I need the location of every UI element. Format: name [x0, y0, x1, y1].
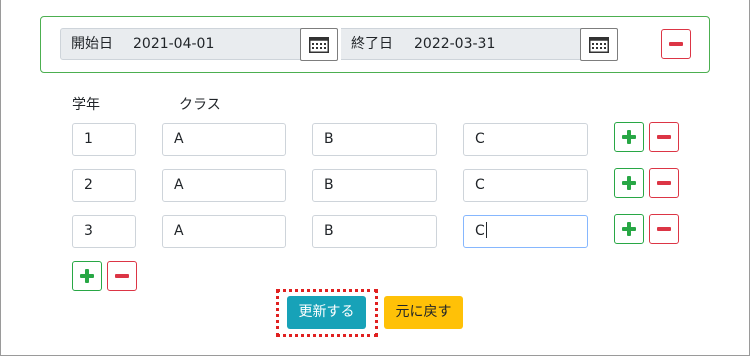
class-input[interactable]: C	[463, 123, 588, 156]
calendar-icon	[589, 36, 609, 53]
start-date-field[interactable]: 2021-04-01	[123, 28, 301, 60]
class-input[interactable]: B	[312, 215, 437, 248]
minus-icon	[115, 274, 129, 278]
plus-icon	[622, 222, 636, 236]
start-date-label: 開始日	[60, 28, 124, 60]
end-date-calendar-button[interactable]	[580, 28, 618, 61]
remove-class-button[interactable]	[649, 122, 679, 152]
grade-header: 学年	[72, 97, 100, 113]
remove-class-button[interactable]	[649, 214, 679, 244]
remove-period-button[interactable]	[661, 29, 691, 59]
plus-icon	[622, 130, 636, 144]
end-date-field[interactable]: 2022-03-31	[404, 28, 581, 60]
update-button[interactable]: 更新する	[287, 296, 366, 329]
class-input-focused[interactable]: C	[463, 215, 588, 248]
class-header: クラス	[179, 97, 221, 113]
minus-icon	[669, 42, 683, 46]
class-input[interactable]: A	[162, 215, 286, 248]
calendar-icon	[309, 36, 329, 53]
add-grade-button[interactable]	[72, 261, 102, 291]
minus-icon	[657, 181, 671, 185]
minus-icon	[657, 135, 671, 139]
class-input[interactable]: C	[463, 169, 588, 202]
add-class-button[interactable]	[614, 214, 644, 244]
add-class-button[interactable]	[614, 168, 644, 198]
plus-icon	[80, 269, 94, 283]
add-class-button[interactable]	[614, 122, 644, 152]
remove-grade-button[interactable]	[107, 261, 137, 291]
text-caret	[485, 222, 487, 238]
grade-input[interactable]: 2	[72, 169, 136, 202]
minus-icon	[657, 227, 671, 231]
class-input-text: C	[475, 223, 485, 239]
class-input[interactable]: B	[312, 169, 437, 202]
end-date-label: 終了日	[341, 28, 405, 60]
class-input[interactable]: B	[312, 123, 437, 156]
class-input[interactable]: A	[162, 169, 286, 202]
grade-input[interactable]: 1	[72, 123, 136, 156]
plus-icon	[622, 176, 636, 190]
remove-class-button[interactable]	[649, 168, 679, 198]
start-date-calendar-button[interactable]	[300, 28, 338, 61]
grade-input[interactable]: 3	[72, 215, 136, 248]
revert-button[interactable]: 元に戻す	[384, 296, 463, 329]
class-input[interactable]: A	[162, 123, 286, 156]
